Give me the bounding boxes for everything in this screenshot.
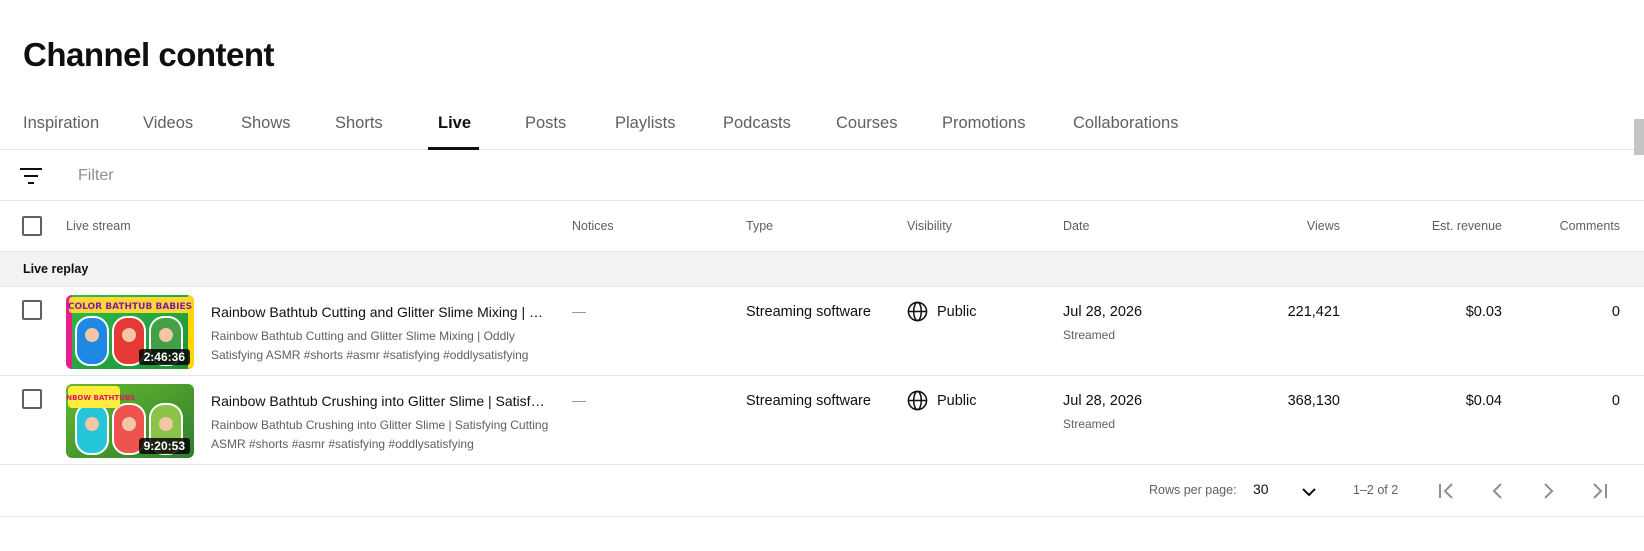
header-type: Type — [746, 219, 774, 233]
video-title[interactable]: Rainbow Bathtub Cutting and Glitter Slim… — [211, 304, 546, 320]
tab-playlists[interactable]: Playlists — [615, 114, 676, 133]
notice-value: — — [572, 303, 586, 319]
group-label: Live replay — [23, 262, 89, 276]
notice-value: — — [572, 392, 586, 408]
date-value: Jul 28, 2026 — [1063, 393, 1143, 409]
comments-value: 0 — [1611, 304, 1620, 320]
table-header: Live stream Notices Type Visibility Date… — [0, 201, 1644, 252]
page-title: Channel content — [23, 36, 275, 73]
header-visibility: Visibility — [907, 219, 952, 233]
header-comments[interactable]: Comments — [1560, 219, 1620, 233]
select-all-checkbox[interactable] — [22, 216, 42, 236]
visibility-value[interactable]: Public — [937, 304, 977, 320]
last-page-icon[interactable] — [1587, 479, 1611, 503]
tab-shows[interactable]: Shows — [241, 114, 291, 133]
row-checkbox[interactable] — [22, 300, 42, 320]
table-row[interactable]: COLOR BATHTUB BABIES 2:46:36 Rainbow Bat… — [0, 287, 1644, 376]
chevron-down-icon[interactable] — [1299, 482, 1319, 502]
stream-type: Streaming software — [746, 393, 871, 409]
globe-icon — [907, 301, 928, 322]
rows-per-page-select[interactable]: 30 — [1253, 481, 1269, 497]
scrollbar-handle[interactable] — [1634, 119, 1644, 155]
video-thumbnail[interactable]: COLOR BATHTUB BABIES 2:46:36 — [66, 295, 194, 369]
duration-badge: 9:20:53 — [138, 438, 190, 454]
header-est-revenue[interactable]: Est. revenue — [1432, 219, 1502, 233]
tab-podcasts[interactable]: Podcasts — [723, 114, 791, 133]
header-date: Date — [1063, 219, 1090, 233]
tab-live[interactable]: Live — [438, 114, 471, 133]
active-tab-indicator — [428, 147, 479, 150]
table-row[interactable]: RAINBOW BATHTUBS 9:20:53 Rainbow Bathtub… — [0, 376, 1644, 465]
views-value: 368,130 — [1287, 393, 1340, 409]
header-views[interactable]: Views — [1307, 219, 1340, 233]
filter-bar — [0, 151, 1644, 201]
globe-icon — [907, 390, 928, 411]
date-status: Streamed — [1063, 417, 1116, 431]
tab-posts[interactable]: Posts — [525, 114, 566, 133]
tab-shorts[interactable]: Shorts — [335, 114, 383, 133]
visibility-value[interactable]: Public — [937, 393, 977, 409]
tab-collaborations[interactable]: Collaborations — [1073, 114, 1178, 133]
group-header-live-replay: Live replay — [0, 252, 1644, 287]
revenue-value: $0.04 — [1465, 393, 1502, 409]
date-status: Streamed — [1063, 328, 1116, 342]
next-page-icon[interactable] — [1536, 479, 1560, 503]
comments-value: 0 — [1611, 393, 1620, 409]
tab-promotions[interactable]: Promotions — [942, 114, 1025, 133]
header-live-stream: Live stream — [66, 219, 131, 233]
tab-bar: Inspiration Videos Shows Shorts Live Pos… — [0, 100, 1644, 150]
tab-courses[interactable]: Courses — [836, 114, 897, 133]
filter-icon[interactable] — [20, 167, 44, 185]
video-title[interactable]: Rainbow Bathtub Crushing into Glitter Sl… — [211, 393, 546, 409]
rows-per-page-label: Rows per page: — [1149, 483, 1237, 497]
thumbnail-caption: RAINBOW BATHTUBS — [66, 394, 135, 402]
video-description: Rainbow Bathtub Cutting and Glitter Slim… — [211, 329, 529, 362]
page-range: 1–2 of 2 — [1353, 483, 1399, 497]
revenue-value: $0.03 — [1465, 304, 1502, 320]
stream-type: Streaming software — [746, 304, 871, 320]
first-page-icon[interactable] — [1435, 479, 1459, 503]
video-thumbnail[interactable]: RAINBOW BATHTUBS 9:20:53 — [66, 384, 194, 458]
video-description: Rainbow Bathtub Crushing into Glitter Sl… — [211, 418, 549, 451]
thumbnail-caption: COLOR BATHTUB BABIES — [68, 302, 192, 312]
previous-page-icon[interactable] — [1486, 479, 1510, 503]
header-notices: Notices — [572, 219, 614, 233]
tab-videos[interactable]: Videos — [143, 114, 193, 133]
duration-badge: 2:46:36 — [138, 349, 190, 365]
date-value: Jul 28, 2026 — [1063, 304, 1143, 320]
tab-inspiration[interactable]: Inspiration — [23, 114, 99, 133]
views-value: 221,421 — [1287, 304, 1340, 320]
pagination-bar: Rows per page: 30 1–2 of 2 — [0, 465, 1644, 517]
row-checkbox[interactable] — [22, 389, 42, 409]
filter-input[interactable] — [78, 161, 578, 191]
